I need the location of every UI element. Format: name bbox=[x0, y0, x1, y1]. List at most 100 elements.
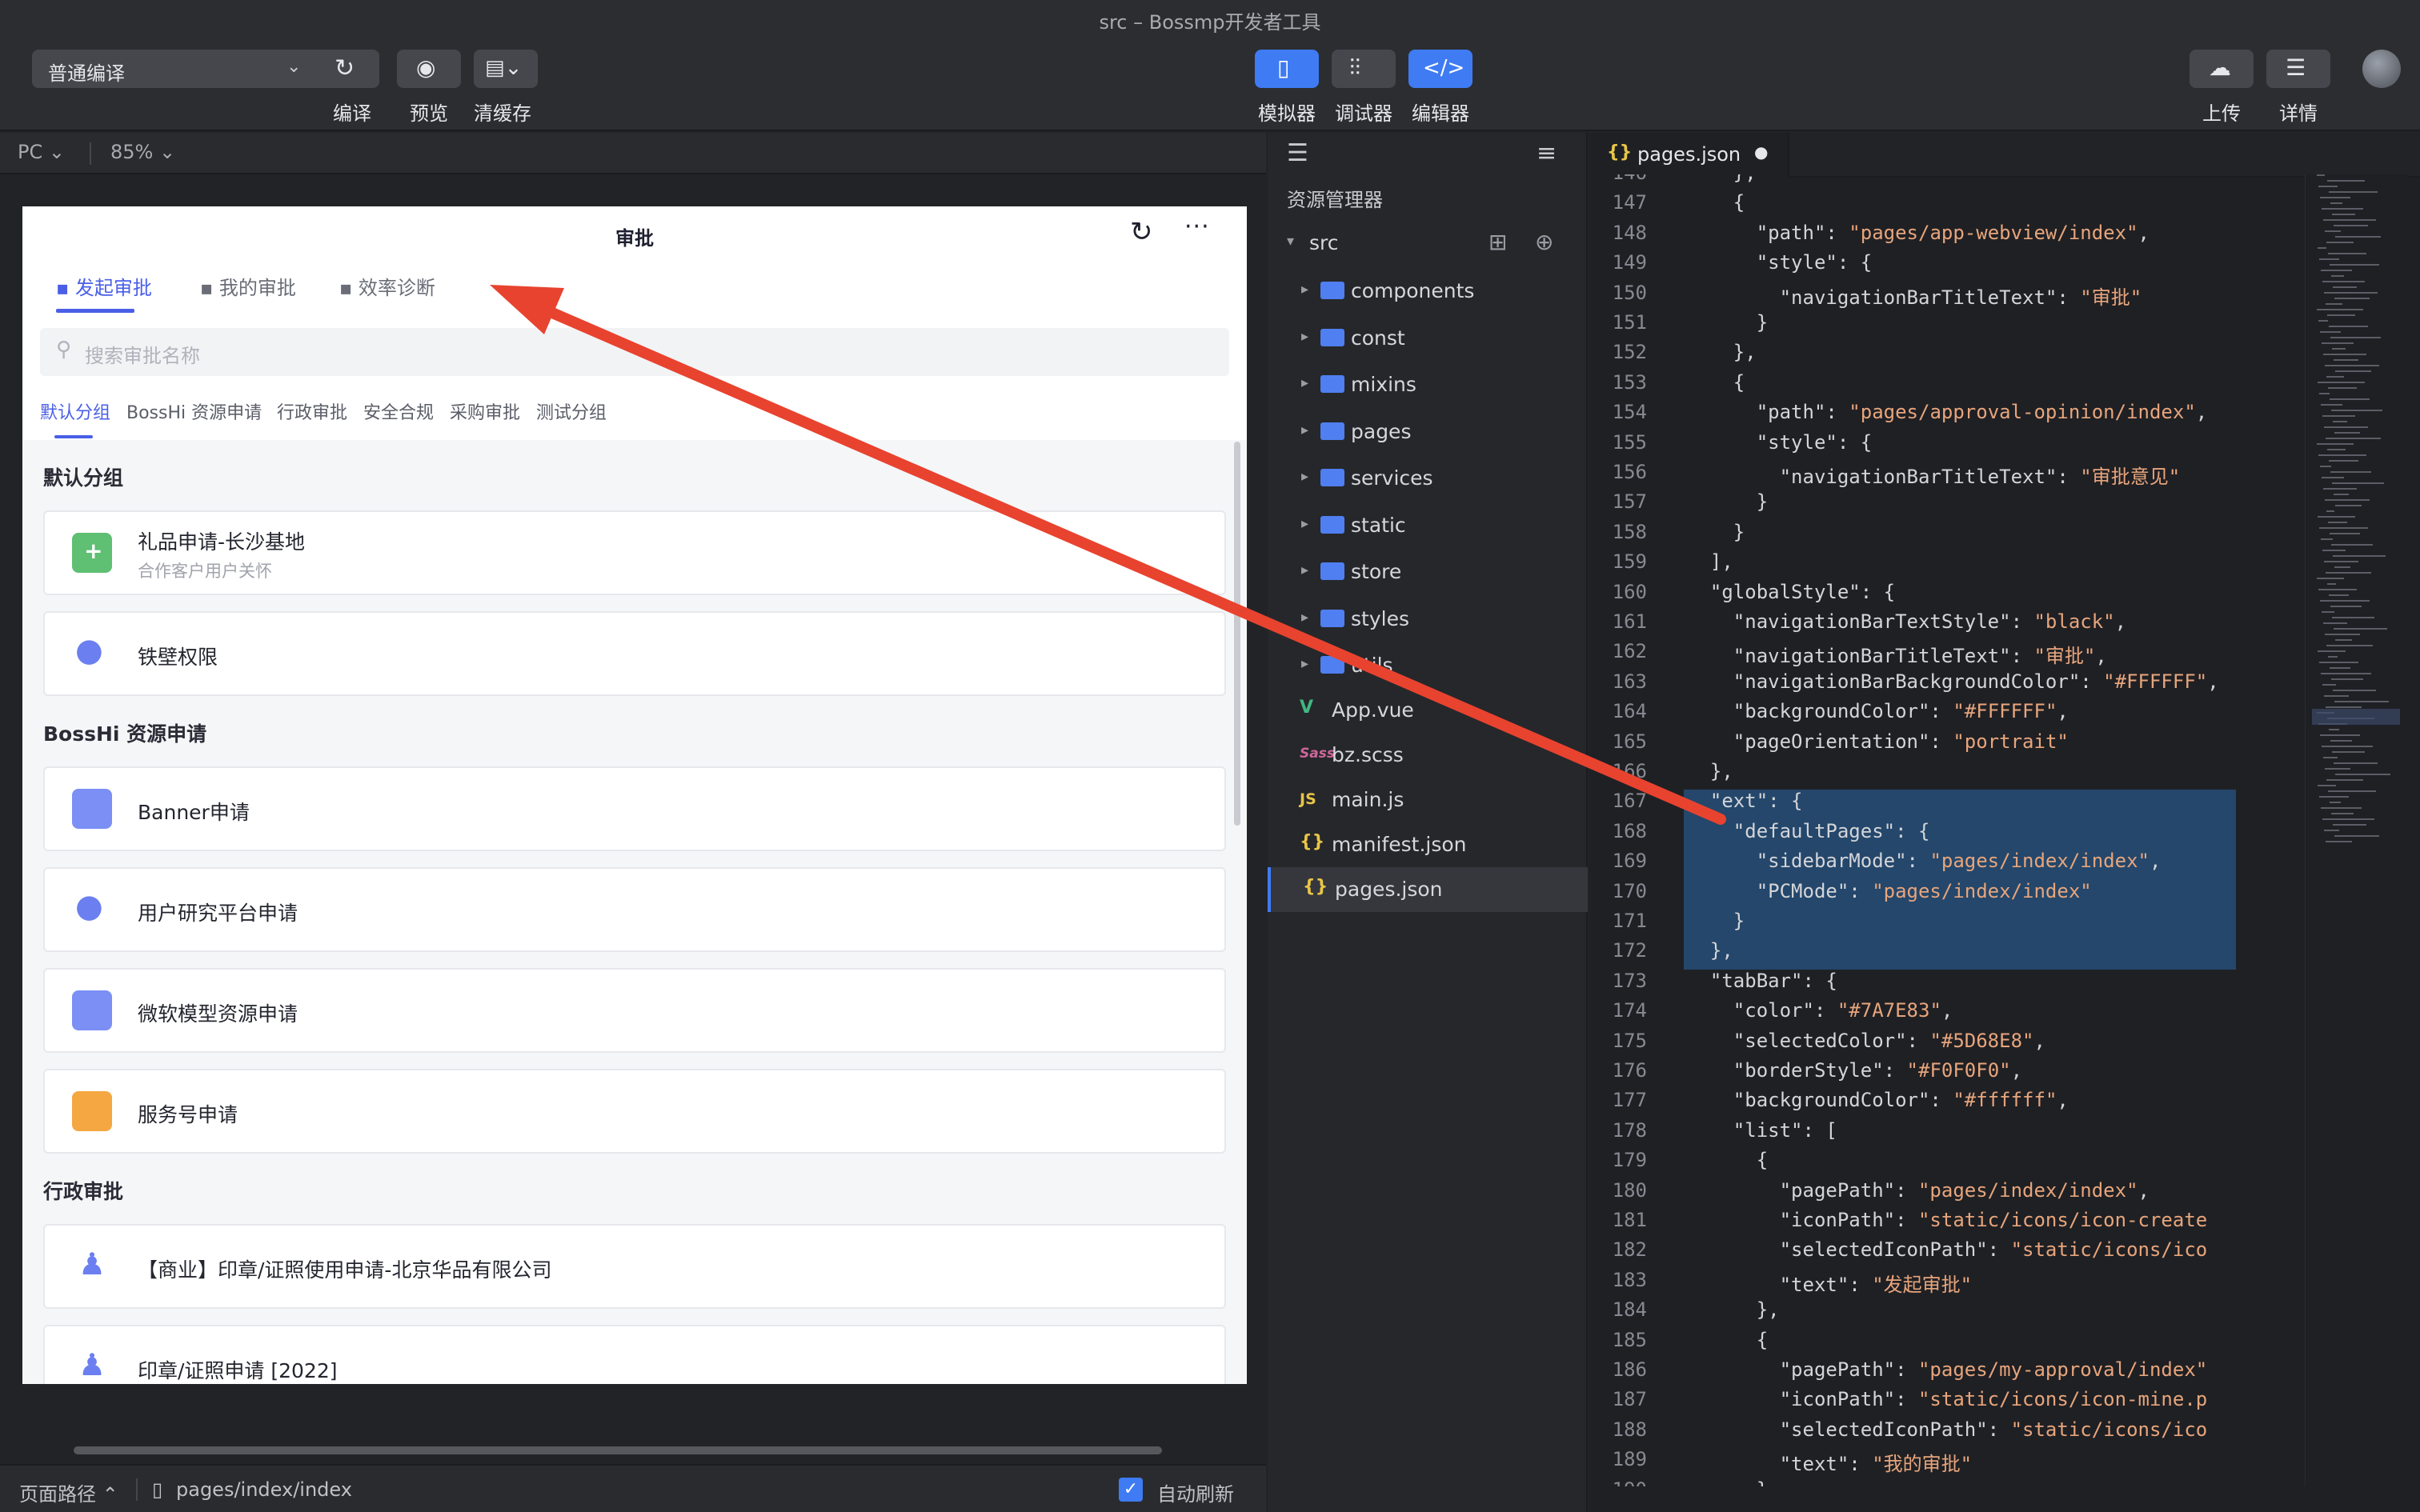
file-icon: ▯ bbox=[152, 1478, 163, 1501]
minimap-line bbox=[2321, 807, 2362, 809]
folder-styles[interactable]: ▸ styles bbox=[1268, 597, 1588, 642]
file-app-vue[interactable]: V App.vue bbox=[1268, 688, 1588, 733]
folder-static[interactable]: ▸ static bbox=[1268, 503, 1588, 548]
folder-services[interactable]: ▸ services bbox=[1268, 456, 1588, 501]
minimap-line bbox=[2319, 796, 2349, 798]
minimap-line bbox=[2325, 499, 2370, 501]
active-group-indicator bbox=[54, 435, 93, 438]
minimap[interactable] bbox=[2305, 174, 2409, 1486]
minimap-line bbox=[2326, 242, 2354, 243]
debugger-toggle-button[interactable]: ⫶⫶ bbox=[1332, 50, 1396, 88]
eye-icon: ◉ bbox=[416, 54, 436, 81]
minimap-line bbox=[2318, 247, 2326, 249]
zoom-select[interactable]: 85% ⌄ bbox=[110, 141, 175, 163]
minimap-line bbox=[2319, 662, 2358, 663]
compile-refresh-icon[interactable]: ↻ bbox=[335, 54, 355, 82]
editor-toggle-button[interactable]: </> bbox=[1408, 50, 1472, 88]
group-tab-security[interactable]: 安全合规 bbox=[363, 398, 434, 424]
new-folder-icon[interactable]: ⊕ bbox=[1535, 229, 1553, 255]
sass-icon: Sass bbox=[1300, 746, 1335, 762]
search-input[interactable]: ⚲ 搜索审批名称 bbox=[40, 328, 1229, 376]
code-line: "selectedIconPath": "static/icons/ico bbox=[1687, 1418, 2208, 1441]
folder-components[interactable]: ▸ components bbox=[1268, 269, 1588, 314]
auto-refresh-checkbox[interactable]: ✓ bbox=[1119, 1478, 1143, 1502]
minimap-line bbox=[2328, 387, 2357, 389]
simulator-toggle-button[interactable]: ▯ bbox=[1255, 50, 1319, 88]
folder-mixins[interactable]: ▸ mixins bbox=[1268, 362, 1588, 407]
folder-utils[interactable]: ▸ utils bbox=[1268, 643, 1588, 688]
details-button[interactable]: ☰ bbox=[2266, 50, 2330, 88]
folder-src[interactable]: ▾ src ⊞ ⊕ bbox=[1268, 221, 1588, 266]
folder-icon bbox=[1320, 282, 1344, 299]
search-placeholder: 搜索审批名称 bbox=[85, 345, 200, 367]
more-icon[interactable]: ··· bbox=[1184, 213, 1210, 241]
tab-efficiency-diagnosis[interactable]: ▪ 效率诊断 bbox=[339, 272, 435, 300]
minimap-line bbox=[2332, 214, 2355, 215]
minimap-line bbox=[2329, 460, 2358, 462]
approval-item[interactable]: ● 铁壁权限 bbox=[43, 611, 1226, 696]
group-tab-default[interactable]: 默认分组 bbox=[40, 398, 110, 424]
preview-button[interactable]: ◉ bbox=[397, 50, 461, 88]
tab-my-approval[interactable]: ▪ 我的审批 bbox=[200, 272, 296, 300]
page-path-toggle[interactable]: 页面路径 ⌃ bbox=[19, 1478, 118, 1506]
chevron-right-icon: ▸ bbox=[1301, 562, 1309, 578]
compile-mode-select[interactable]: 普通编译 ⌄ ↻ bbox=[32, 50, 379, 88]
folder-icon bbox=[1320, 422, 1344, 440]
minimap-line bbox=[2334, 432, 2360, 434]
file-manifest-json[interactable]: {} manifest.json bbox=[1268, 822, 1588, 867]
avatar[interactable] bbox=[2362, 50, 2401, 88]
group-tab-bosshi[interactable]: BossHi 资源申请 bbox=[126, 398, 262, 424]
approval-item[interactable]: 服务号申请 bbox=[43, 1069, 1226, 1154]
folder-icon bbox=[1320, 656, 1344, 674]
minimap-line bbox=[2325, 634, 2360, 635]
minimap-line bbox=[2322, 477, 2344, 478]
line-number: 167 bbox=[1612, 790, 1647, 813]
code-area[interactable]: 146 }, 147 {148 "path": "pages/app-webvie… bbox=[1589, 174, 2310, 1486]
box-icon bbox=[72, 1091, 112, 1131]
tab-initiate-approval[interactable]: ▪ 发起审批 bbox=[56, 272, 152, 300]
page-scrollbar[interactable] bbox=[1234, 442, 1240, 826]
tab-label: pages.json bbox=[1637, 143, 1741, 166]
editor-label: 编辑器 bbox=[1412, 102, 1469, 125]
file-bz-scss[interactable]: Sass bz.scss bbox=[1268, 733, 1588, 778]
approval-item[interactable]: ♟ 印章/证照申请 [2022] bbox=[43, 1325, 1226, 1384]
horizontal-scrollbar[interactable] bbox=[74, 1446, 1162, 1454]
file-main-js[interactable]: JS main.js bbox=[1268, 778, 1588, 822]
debugger-label: 调试器 bbox=[1335, 102, 1392, 125]
code-icon: </> bbox=[1423, 56, 1465, 80]
clear-cache-button[interactable]: ▤⌄ bbox=[474, 50, 538, 88]
minimap-line bbox=[2334, 225, 2368, 226]
auto-refresh-label: 自动刷新 bbox=[1157, 1483, 1234, 1506]
line-number: 163 bbox=[1612, 670, 1647, 693]
group-tab-purchase[interactable]: 采购审批 bbox=[450, 398, 520, 424]
minimap-line bbox=[2327, 583, 2336, 585]
folder-store[interactable]: ▸ store bbox=[1268, 550, 1588, 594]
group-tab-admin[interactable]: 行政审批 bbox=[277, 398, 347, 424]
code-line: }, bbox=[1687, 174, 1757, 184]
folder-const[interactable]: ▸ const bbox=[1268, 316, 1588, 361]
device-select[interactable]: PC ⌄ bbox=[18, 141, 65, 163]
approval-item[interactable]: ● 用户研究平台申请 bbox=[43, 867, 1226, 952]
code-line: "navigationBarBackgroundColor": "#FFFFFF… bbox=[1687, 670, 2219, 693]
new-file-icon[interactable]: ⊞ bbox=[1488, 229, 1507, 255]
line-number: 177 bbox=[1612, 1089, 1647, 1112]
folder-pages[interactable]: ▸ pages bbox=[1268, 410, 1588, 454]
line-number: 151 bbox=[1612, 311, 1647, 334]
approval-item[interactable]: ♟ 【商业】印章/证照使用申请-北京华品有限公司 bbox=[43, 1224, 1226, 1309]
collapse-icon[interactable]: ≡ bbox=[1537, 139, 1557, 167]
line-number: 168 bbox=[1612, 819, 1647, 842]
code-line: } bbox=[1687, 520, 1745, 543]
refresh-icon[interactable]: ↻ bbox=[1130, 216, 1153, 248]
list-icon[interactable]: ☰ bbox=[1287, 139, 1308, 167]
approval-item[interactable]: 微软模型资源申请 bbox=[43, 968, 1226, 1053]
approval-item[interactable]: Banner申请 bbox=[43, 766, 1226, 851]
chevron-down-icon: ▾ bbox=[1287, 233, 1295, 250]
minimap-line bbox=[2331, 544, 2373, 546]
editor-tab-pages-json[interactable]: {} pages.json ● bbox=[1589, 133, 1789, 178]
group-tab-test[interactable]: 测试分组 bbox=[536, 398, 607, 424]
file-pages-json[interactable]: {} pages.json bbox=[1268, 867, 1588, 912]
minimap-viewport[interactable] bbox=[2312, 709, 2400, 725]
minimap-line bbox=[2330, 802, 2341, 803]
approval-item[interactable]: + 礼品申请-长沙基地 合作客户用户关怀 bbox=[43, 510, 1226, 595]
upload-button[interactable]: ☁ bbox=[2190, 50, 2254, 88]
